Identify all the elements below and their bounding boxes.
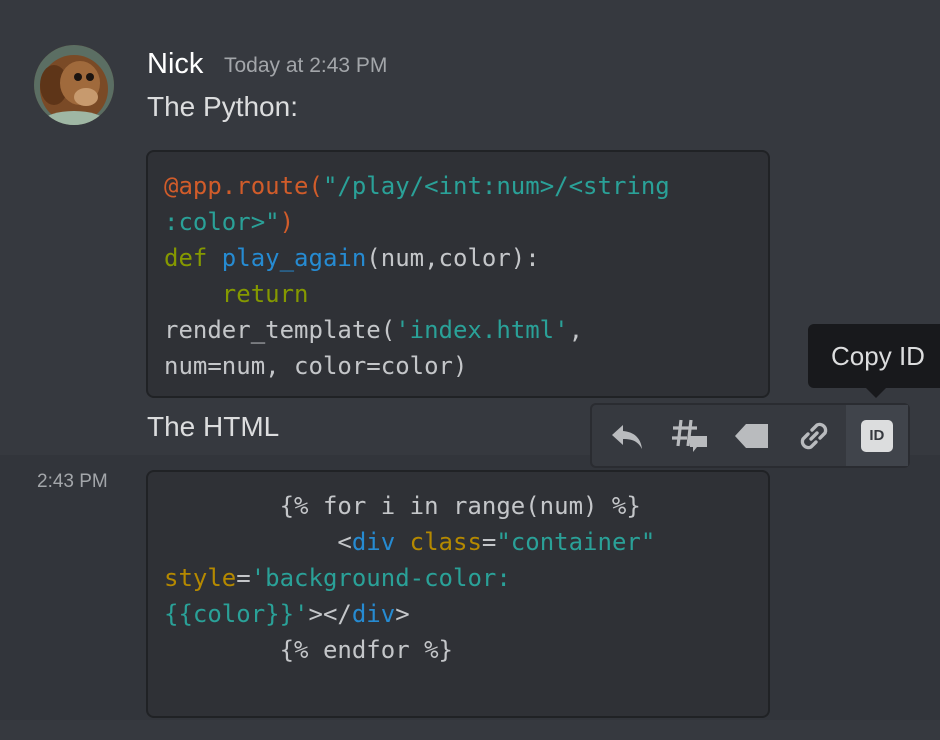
code-line: {{color}}'></div> <box>164 596 768 632</box>
code-token: def <box>164 244 222 272</box>
create-thread-button[interactable] <box>658 405 720 466</box>
code-token: > <box>395 600 410 628</box>
code-token: = <box>481 528 497 556</box>
message-actions-toolbar: ID <box>590 403 910 468</box>
create-thread-icon <box>671 419 707 452</box>
code-token: play_again <box>221 244 367 272</box>
code-line: return <box>164 276 768 312</box>
message-text: The Python: <box>147 91 298 122</box>
code-line: :color>") <box>164 204 768 240</box>
code-token: ></ <box>308 600 352 628</box>
code-token: num=num, color=color) <box>164 352 468 380</box>
code-token: 'background-color: <box>250 564 511 592</box>
code-line: {% for i in range(num) %} <box>164 488 768 524</box>
copy-id-icon: ID <box>860 419 893 452</box>
copy-link-button[interactable] <box>783 405 845 466</box>
reply-icon <box>612 424 643 449</box>
code-token: "/play/<int:num>/<string <box>322 172 670 200</box>
code-token: ) <box>279 208 295 236</box>
message-group: Nick Today at 2:43 PM The Python: @app.r… <box>0 0 940 455</box>
code-token: div <box>351 600 396 628</box>
code-line: render_template('index.html', <box>164 312 768 348</box>
code-block-html: {% for i in range(num) %} <div class="co… <box>146 470 770 718</box>
code-line: @app.route("/play/<int:num>/<string <box>164 168 768 204</box>
mark-unread-icon <box>735 423 769 448</box>
code-token: div <box>351 528 396 556</box>
code-token: (num,color): <box>366 244 540 272</box>
author-name[interactable]: Nick <box>147 46 203 82</box>
code-token: 'index.html' <box>395 316 569 344</box>
code-token: "container" <box>496 528 656 556</box>
code-token: :color>" <box>164 208 280 236</box>
code-token: class <box>409 528 482 556</box>
code-token: @app.route( <box>164 172 323 200</box>
chat-view: Nick Today at 2:43 PM The Python: @app.r… <box>0 0 940 740</box>
code-token: return <box>164 280 309 308</box>
code-token: = <box>236 564 251 592</box>
tooltip: Copy ID <box>808 324 940 388</box>
tooltip-arrow <box>866 388 886 398</box>
message-text: The HTML <box>147 411 280 442</box>
reply-button[interactable] <box>596 405 658 466</box>
code-token: , <box>568 316 584 344</box>
mark-unread-button[interactable] <box>721 405 783 466</box>
code-line: def play_again(num,color): <box>164 240 768 276</box>
code-token: {% for i in range(num) %} <box>164 492 641 520</box>
copy-id-button[interactable]: ID <box>845 405 909 466</box>
code-token: style <box>164 564 237 592</box>
code-line: style='background-color: <box>164 560 768 596</box>
code-token: < <box>164 528 352 556</box>
code-token: {{color}}' <box>164 600 309 628</box>
avatar[interactable] <box>34 45 114 125</box>
message-timestamp: Today at 2:43 PM <box>224 54 388 77</box>
code-token: {% endfor %} <box>164 636 453 664</box>
code-line: {% endfor %} <box>164 632 768 668</box>
code-token: render_template( <box>164 316 396 344</box>
code-block-python: @app.route("/play/<int:num>/<string:colo… <box>146 150 770 398</box>
compact-timestamp: 2:43 PM <box>37 471 108 492</box>
code-line: <div class="container" <box>164 524 768 560</box>
avatar-image <box>34 45 114 125</box>
copy-link-icon <box>801 422 828 449</box>
code-line: num=num, color=color) <box>164 348 768 384</box>
